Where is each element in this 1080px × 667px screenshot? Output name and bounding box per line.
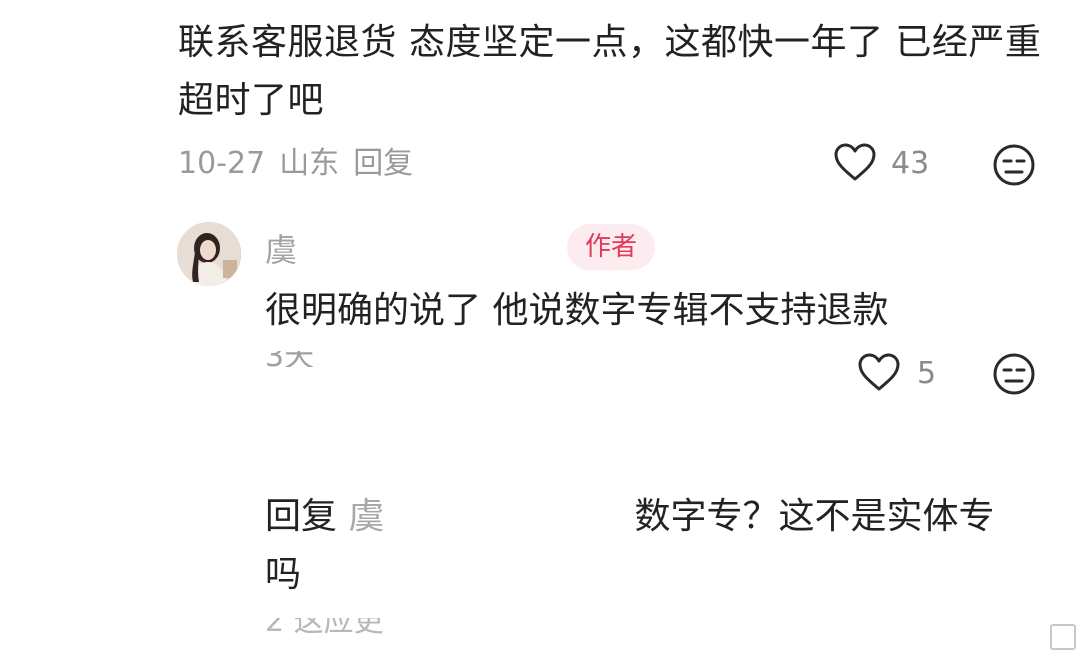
nested-reply-prefix: 回复 <box>265 496 338 537</box>
heart-outline-icon <box>857 352 901 396</box>
redaction-block <box>384 498 635 538</box>
comment-meta: 10-27 山东 回复 <box>178 142 413 186</box>
nested-reply-meta: 2 这应更 <box>265 618 384 638</box>
comment-location: 山东 <box>279 146 340 181</box>
avatar[interactable] <box>177 222 241 286</box>
reply-text: 很明确的说了 他说数字专辑不支持退款 <box>265 290 889 331</box>
neutral-face-icon <box>992 144 1036 191</box>
comment-reply-button[interactable]: 回复 <box>353 142 413 186</box>
nested-reply-target[interactable]: 虞 <box>348 496 384 537</box>
reply-meta: 3天 <box>265 351 355 367</box>
reply-like-button[interactable]: 5 <box>857 352 936 396</box>
reply-dislike-button[interactable] <box>992 352 1036 400</box>
nested-reply: 回复 虞数字专？这不是实体专吗 <box>265 488 1025 604</box>
author-badge: 作者 <box>567 224 655 270</box>
corner-mark <box>1050 624 1076 650</box>
comment-like-count: 43 <box>891 146 930 181</box>
reply-author-name[interactable]: 虞 <box>265 228 297 272</box>
neutral-face-icon <box>992 353 1036 400</box>
reply-like-count: 5 <box>917 356 937 391</box>
comment-text: 联系客服退货 态度坚定一点，这都快一年了 已经严重超时了吧 <box>178 22 1042 121</box>
comment-dislike-button[interactable] <box>992 143 1036 191</box>
heart-outline-icon <box>833 142 877 186</box>
comment-like-button[interactable]: 43 <box>833 142 929 186</box>
comment-date: 10-27 <box>178 146 266 181</box>
